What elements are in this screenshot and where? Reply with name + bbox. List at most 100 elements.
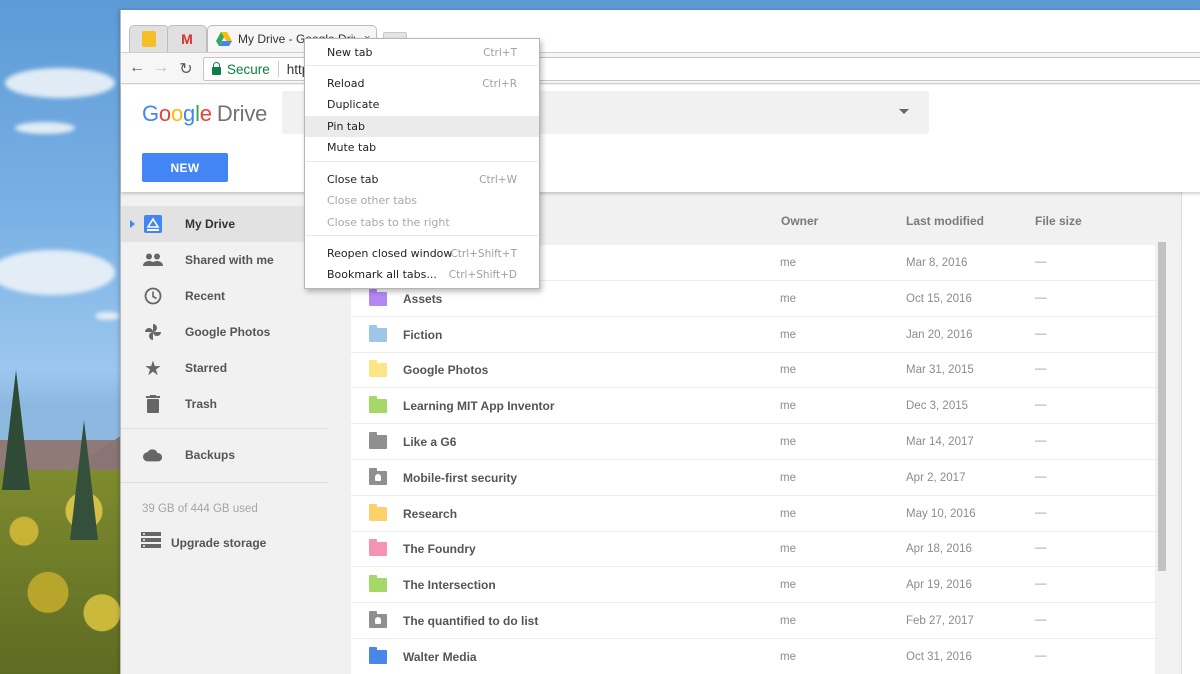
file-owner: me <box>780 292 796 305</box>
desktop-wallpaper <box>0 0 120 674</box>
file-owner: me <box>780 507 796 520</box>
reload-icon[interactable]: ↻ <box>176 59 196 79</box>
sidebar-item-label: Shared with me <box>185 253 274 267</box>
file-owner: me <box>780 257 796 269</box>
menu-item-label: New tab <box>327 46 373 59</box>
file-name: The Intersection <box>403 578 496 593</box>
menu-item-label: Duplicate <box>327 98 380 111</box>
file-last-modified: Mar 31, 2015 <box>906 364 974 377</box>
upgrade-storage-label: Upgrade storage <box>171 535 267 550</box>
file-row[interactable]: Google Photos me Mar 31, 2015 — <box>351 352 1155 389</box>
menu-item-label: Close tabs to the right <box>327 216 450 229</box>
file-name: Assets <box>403 291 443 306</box>
file-row[interactable]: The Foundry me Apr 18, 2016 — <box>351 531 1155 568</box>
back-arrow-icon[interactable]: ← <box>127 59 147 77</box>
file-size: — <box>1035 327 1047 340</box>
file-owner: me <box>780 400 796 413</box>
file-row[interactable]: Learning MIT App Inventor me Dec 3, 2015 — <box>351 388 1155 425</box>
file-last-modified: Apr 19, 2016 <box>906 579 972 592</box>
trash-icon <box>143 394 163 414</box>
tab-context-menu: New tab Ctrl+T Reload Ctrl+R Duplicate Pin ta… <box>304 38 540 289</box>
file-name: Google Photos <box>403 363 489 378</box>
sidebar-item-label: Recent <box>185 289 226 303</box>
file-list: me Mar 8, 2016— Assets me Oct 15, 2016— Ficti… <box>351 245 1155 674</box>
menu-item-shortcut: Ctrl+W <box>479 173 517 186</box>
menu-item-mute-tab[interactable]: Mute tab <box>305 137 539 158</box>
file-name: Fiction <box>403 327 443 342</box>
menu-item-label: Pin tab <box>327 120 365 133</box>
tab-google-keep[interactable] <box>129 25 169 52</box>
file-row[interactable]: Research me May 10, 2016 — <box>351 496 1155 532</box>
shared-folder-icon <box>369 467 387 485</box>
menu-item-shortcut: Ctrl+Shift+D <box>448 268 517 281</box>
file-owner: me <box>780 471 796 484</box>
menu-separator <box>306 161 538 162</box>
sidebar-item-backups[interactable]: Backups <box>121 437 351 473</box>
lock-icon <box>212 61 221 75</box>
upgrade-storage-link[interactable]: Upgrade storage <box>141 532 266 553</box>
sidebar-item-label: Google Photos <box>185 325 271 339</box>
file-last-modified: Mar 8, 2016 <box>906 257 968 269</box>
sidebar-divider <box>121 428 329 429</box>
sidebar-item-trash[interactable]: Trash <box>121 386 351 422</box>
file-owner: me <box>780 579 796 592</box>
sidebar-item-label: Trash <box>185 397 218 411</box>
file-last-modified: Dec 3, 2015 <box>906 400 969 413</box>
menu-item-label: Reload <box>327 77 365 90</box>
column-header-owner[interactable]: Owner <box>781 214 818 228</box>
menu-item-reopen-closed-window[interactable]: Reopen closed window Ctrl+Shift+T <box>305 243 539 264</box>
menu-item-bookmark-all-tabs[interactable]: Bookmark all tabs... Ctrl+Shift+D <box>305 264 539 285</box>
file-last-modified: Oct 15, 2016 <box>906 292 972 305</box>
folder-icon <box>369 575 387 593</box>
file-owner: me <box>780 436 796 448</box>
menu-item-pin-tab[interactable]: Pin tab <box>305 116 539 137</box>
folder-icon <box>369 360 387 378</box>
menu-item-duplicate[interactable]: Duplicate <box>305 94 539 115</box>
menu-item-label: Close tab <box>327 173 379 186</box>
gmail-icon: M <box>181 31 193 47</box>
search-options-dropdown-icon[interactable] <box>899 109 909 114</box>
file-row[interactable]: Like a G6 me Mar 14, 2017 — <box>351 424 1155 460</box>
menu-item-close-tab[interactable]: Close tab Ctrl+W <box>305 169 539 190</box>
column-header-file-size[interactable]: File size <box>1035 214 1082 228</box>
folder-icon <box>369 503 387 521</box>
browser-toolbar: ← → ↻ Secure https://drive.google.com/dr… <box>121 52 1200 84</box>
menu-item-close-tabs-to-the-right: Close tabs to the right <box>305 212 539 233</box>
google-drive-icon <box>216 32 232 46</box>
new-button[interactable]: NEW <box>142 153 228 182</box>
sidebar-item-google-photos[interactable]: Google Photos <box>121 314 351 350</box>
menu-item-reload[interactable]: Reload Ctrl+R <box>305 73 539 94</box>
column-header-last-modified[interactable]: Last modified <box>906 214 984 228</box>
file-row[interactable]: Walter Media me Oct 31, 2016 — <box>351 639 1155 674</box>
browser-window: M My Drive - Google Drive × ← → ↻ Secure… <box>120 10 1200 674</box>
drive-header: Google Drive NEW <box>121 85 1200 192</box>
cloud-icon <box>143 445 163 465</box>
file-name: Mobile-first security <box>403 470 518 485</box>
file-owner: me <box>780 615 796 627</box>
tab-gmail[interactable]: M <box>167 25 207 52</box>
file-name: Research <box>403 506 458 521</box>
my-drive-icon <box>143 214 163 234</box>
folder-icon <box>369 646 387 664</box>
file-row[interactable]: The quantified to do list me Feb 27, 2017 — <box>351 603 1155 639</box>
google-drive-logo[interactable]: Google Drive <box>142 101 267 127</box>
menu-item-label: Close other tabs <box>327 194 418 207</box>
sidebar-item-label: Backups <box>185 448 236 462</box>
sidebar-item-label: My Drive <box>185 217 236 231</box>
file-size: — <box>1035 542 1047 555</box>
scrollbar-thumb[interactable] <box>1158 242 1166 571</box>
file-size: — <box>1035 649 1047 662</box>
sidebar-item-starred[interactable]: ★ Starred <box>121 350 351 386</box>
file-row[interactable]: The Intersection me Apr 19, 2016 — <box>351 567 1155 604</box>
file-row[interactable]: Mobile-first security me Apr 2, 2017 — <box>351 460 1155 496</box>
file-row[interactable]: Fiction me Jan 20, 2016 — <box>351 317 1155 353</box>
file-last-modified: Apr 18, 2016 <box>906 543 972 556</box>
expand-arrow-icon[interactable] <box>130 220 135 228</box>
file-last-modified: Oct 31, 2016 <box>906 650 972 663</box>
forward-arrow-icon[interactable]: → <box>151 59 171 77</box>
folder-icon <box>369 288 387 306</box>
menu-item-new-tab[interactable]: New tab Ctrl+T <box>305 42 539 63</box>
file-size: — <box>1035 256 1047 268</box>
clock-icon <box>143 286 163 306</box>
file-size: — <box>1035 291 1047 304</box>
